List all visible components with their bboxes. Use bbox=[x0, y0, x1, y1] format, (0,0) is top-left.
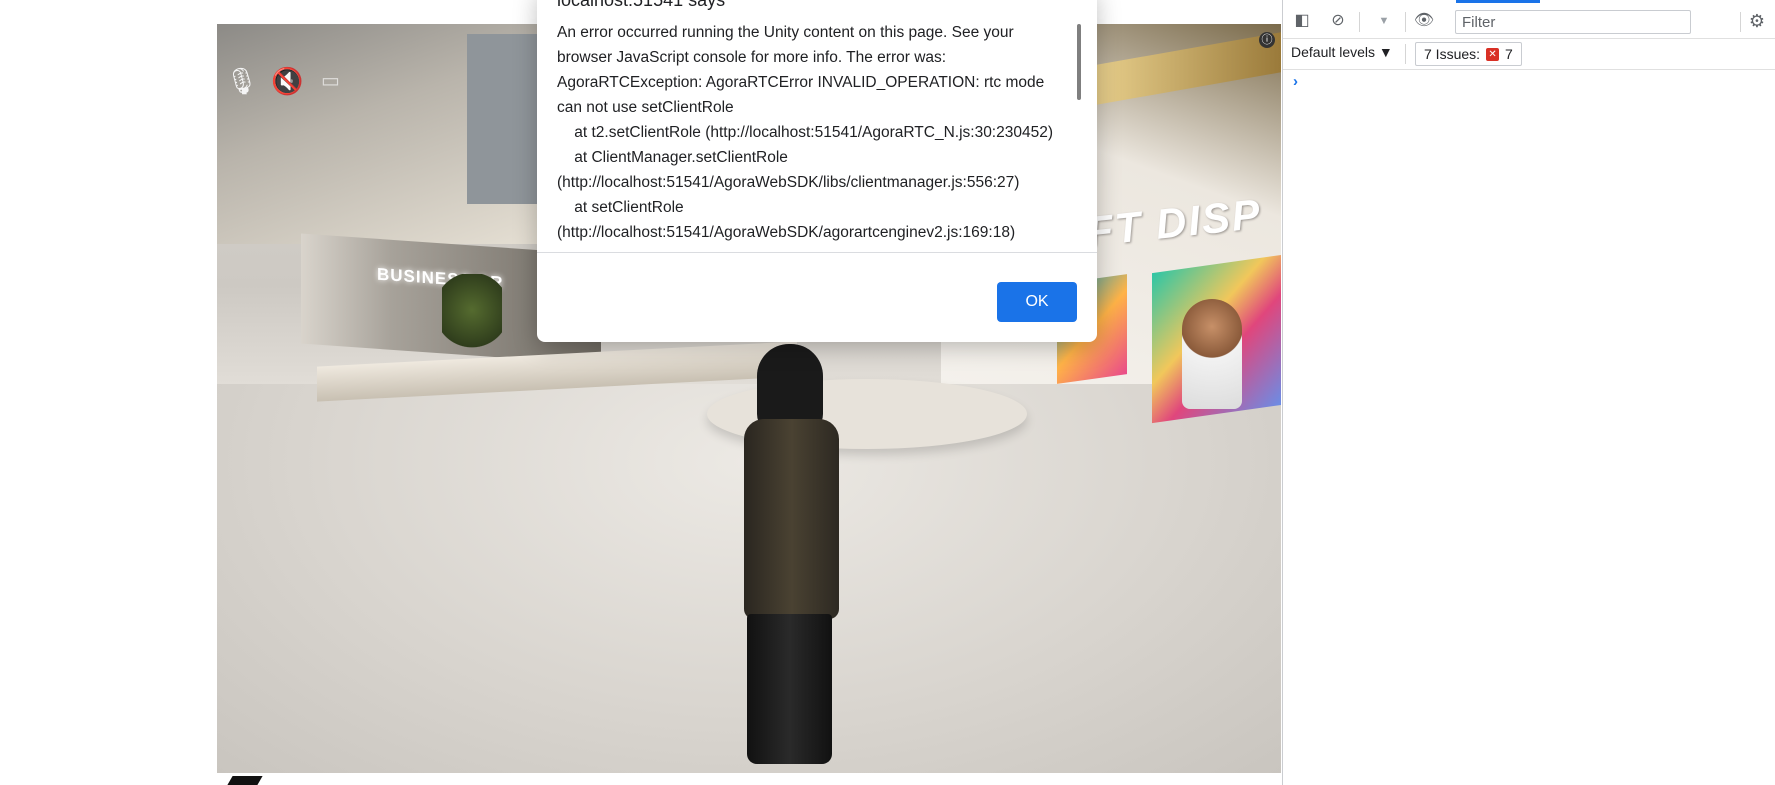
eye-icon[interactable]: 👁 bbox=[1413, 11, 1435, 31]
speaker-muted-icon[interactable]: 🔇 bbox=[271, 66, 303, 96]
plant bbox=[442, 274, 502, 364]
info-icon[interactable]: ⓘ bbox=[1259, 32, 1275, 48]
artwork-portrait bbox=[1182, 299, 1242, 409]
alert-scrollbar[interactable] bbox=[1077, 24, 1081, 100]
alert-divider bbox=[537, 252, 1097, 253]
issues-label: 7 Issues: bbox=[1424, 46, 1481, 62]
mic-muted-icon[interactable]: 🎙 bbox=[225, 66, 258, 96]
toolbar-divider bbox=[1359, 12, 1360, 32]
avatar-body bbox=[744, 419, 839, 619]
console-toolbar: ◧ ⊘ ▼ 👁 ⚙ bbox=[1283, 4, 1775, 39]
avatar-legs bbox=[747, 614, 832, 764]
toolbar-divider bbox=[1740, 12, 1741, 32]
context-dropdown-icon[interactable]: ▼ bbox=[1373, 11, 1395, 31]
gear-icon[interactable]: ⚙ bbox=[1746, 11, 1768, 31]
console-prompt-icon[interactable]: › bbox=[1293, 73, 1298, 90]
alert-title: localhost:51541 says bbox=[557, 0, 726, 10]
devtools-panel: ◧ ⊘ ▼ 👁 ⚙ Default levels ▼ 7 Issues: ✕ 7… bbox=[1282, 0, 1775, 785]
footer-logo bbox=[227, 776, 263, 785]
error-icon: ✕ bbox=[1486, 47, 1500, 61]
clear-console-icon[interactable]: ⊘ bbox=[1327, 11, 1349, 31]
sidebar-toggle-icon[interactable]: ◧ bbox=[1291, 11, 1313, 31]
toolbar-divider bbox=[1405, 44, 1406, 64]
active-tab-indicator bbox=[1456, 0, 1540, 3]
log-levels-dropdown[interactable]: Default levels ▼ bbox=[1291, 44, 1393, 60]
issues-button[interactable]: 7 Issues: ✕ 7 bbox=[1415, 42, 1522, 66]
issues-count: 7 bbox=[1505, 46, 1513, 62]
toolbar-divider bbox=[1405, 12, 1406, 32]
alert-message-scroll[interactable]: An error occurred running the Unity cont… bbox=[557, 20, 1077, 252]
page-footer-strip bbox=[217, 773, 1281, 785]
ok-button[interactable]: OK bbox=[997, 282, 1077, 322]
console-toolbar-secondary: Default levels ▼ 7 Issues: ✕ 7 bbox=[1283, 39, 1775, 70]
alert-message: An error occurred running the Unity cont… bbox=[557, 24, 1054, 241]
video-off-icon[interactable]: ▭ bbox=[321, 66, 340, 96]
filter-input[interactable] bbox=[1455, 10, 1691, 34]
alert-dialog: localhost:51541 says An error occurred r… bbox=[537, 0, 1097, 342]
